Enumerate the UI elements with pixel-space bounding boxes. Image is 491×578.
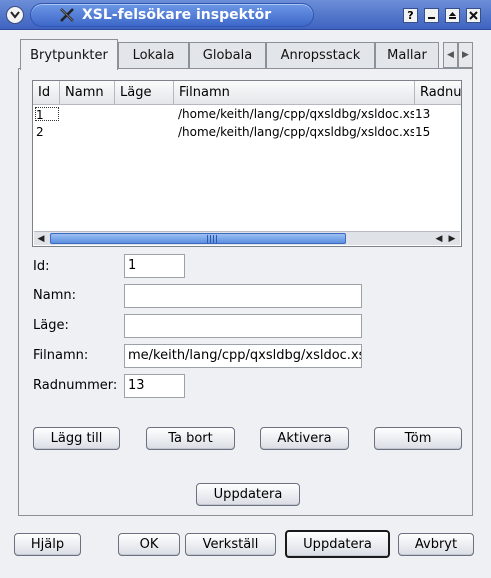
- chevron-down-icon: [10, 11, 20, 19]
- minimize-icon: [428, 17, 435, 19]
- horizontal-scrollbar[interactable]: ◀ ◀ ▶: [34, 231, 460, 245]
- tab-globals[interactable]: Globala: [189, 42, 266, 68]
- grip-icon: [207, 235, 219, 243]
- column-header-filename[interactable]: Filnamn: [174, 81, 415, 105]
- ok-button[interactable]: OK: [118, 533, 180, 556]
- tab-scroll-right[interactable]: ▶: [458, 42, 473, 68]
- refresh-breakpoints-button[interactable]: Uppdatera: [196, 483, 300, 506]
- maximize-button[interactable]: [445, 8, 460, 23]
- refresh-button[interactable]: Uppdatera: [285, 530, 390, 558]
- window-title: XSL-felsökare inspektör: [82, 7, 272, 23]
- cancel-button[interactable]: Avbryt: [398, 533, 474, 556]
- id-label: Id:: [33, 259, 50, 274]
- row-id: 2: [36, 125, 44, 139]
- scroll-right-arrow[interactable]: ▶: [445, 232, 459, 245]
- arrow-left-icon: ◀: [447, 50, 454, 60]
- tab-breakpoints[interactable]: Brytpunkter: [20, 39, 118, 70]
- mode-label: Läge:: [33, 318, 69, 333]
- row-line: 15: [415, 125, 431, 139]
- help-window-button[interactable]: ?: [403, 8, 418, 23]
- mode-field[interactable]: [124, 314, 362, 338]
- tab-callstack[interactable]: Anropsstack: [266, 42, 375, 68]
- column-header-mode[interactable]: Läge: [115, 81, 174, 105]
- line-number-field[interactable]: 13: [124, 374, 185, 398]
- table-row[interactable]: 1 /home/keith/lang/cpp/qxsldbg/xsldoc.xs…: [33, 107, 461, 122]
- clear-button[interactable]: Töm: [374, 427, 462, 450]
- enable-button[interactable]: Aktivera: [260, 427, 349, 450]
- tab-locals[interactable]: Lokala: [118, 42, 189, 68]
- close-icon: [469, 11, 478, 20]
- column-header-name[interactable]: Namn: [60, 81, 115, 105]
- line-number-label: Radnummer:: [33, 378, 118, 393]
- row-filename: /home/keith/lang/cpp/qxsldbg/xsldoc.xsl: [178, 107, 414, 121]
- row-filename: /home/keith/lang/cpp/qxsldbg/xsldoc.xsl: [178, 125, 414, 139]
- filename-field[interactable]: me/keith/lang/cpp/qxsldbg/xsldoc.xsl: [124, 344, 362, 368]
- remove-button[interactable]: Ta bort: [146, 427, 235, 450]
- arrow-right-icon: ▶: [462, 50, 469, 60]
- window-menu-button[interactable]: [6, 6, 24, 24]
- scroll-left-arrow[interactable]: ◀: [34, 232, 48, 245]
- arrow-left-icon: ◀: [37, 233, 45, 244]
- close-button[interactable]: [466, 8, 481, 23]
- minimize-button[interactable]: [424, 8, 439, 23]
- row-line: 13: [415, 107, 431, 121]
- row-id: 1: [35, 107, 59, 121]
- add-button[interactable]: Lägg till: [33, 427, 120, 450]
- apply-button[interactable]: Verkställ: [185, 533, 276, 556]
- name-label: Namn:: [33, 288, 76, 303]
- id-field[interactable]: 1: [124, 254, 185, 278]
- scroll-left-arrow-2[interactable]: ◀: [432, 232, 446, 245]
- help-button[interactable]: Hjälp: [14, 533, 81, 556]
- tab-templates[interactable]: Mallar: [375, 42, 439, 68]
- arrow-left-icon: ◀: [435, 233, 443, 244]
- column-header-line[interactable]: Radnu: [415, 81, 461, 105]
- arrow-right-icon: ▶: [448, 233, 456, 244]
- scrollbar-thumb[interactable]: [50, 233, 346, 244]
- breakpoint-list[interactable]: Id Namn Läge Filnamn Radnu 1 /home/keith…: [32, 80, 462, 247]
- app-icon: [58, 6, 76, 24]
- tab-scroll-left[interactable]: ◀: [443, 42, 458, 68]
- filename-label: Filnamn:: [33, 348, 89, 363]
- maximize-icon: [449, 12, 456, 19]
- name-field[interactable]: [124, 284, 362, 308]
- column-header-id[interactable]: Id: [33, 81, 60, 105]
- table-row[interactable]: 2 /home/keith/lang/cpp/qxsldbg/xsldoc.xs…: [33, 125, 461, 140]
